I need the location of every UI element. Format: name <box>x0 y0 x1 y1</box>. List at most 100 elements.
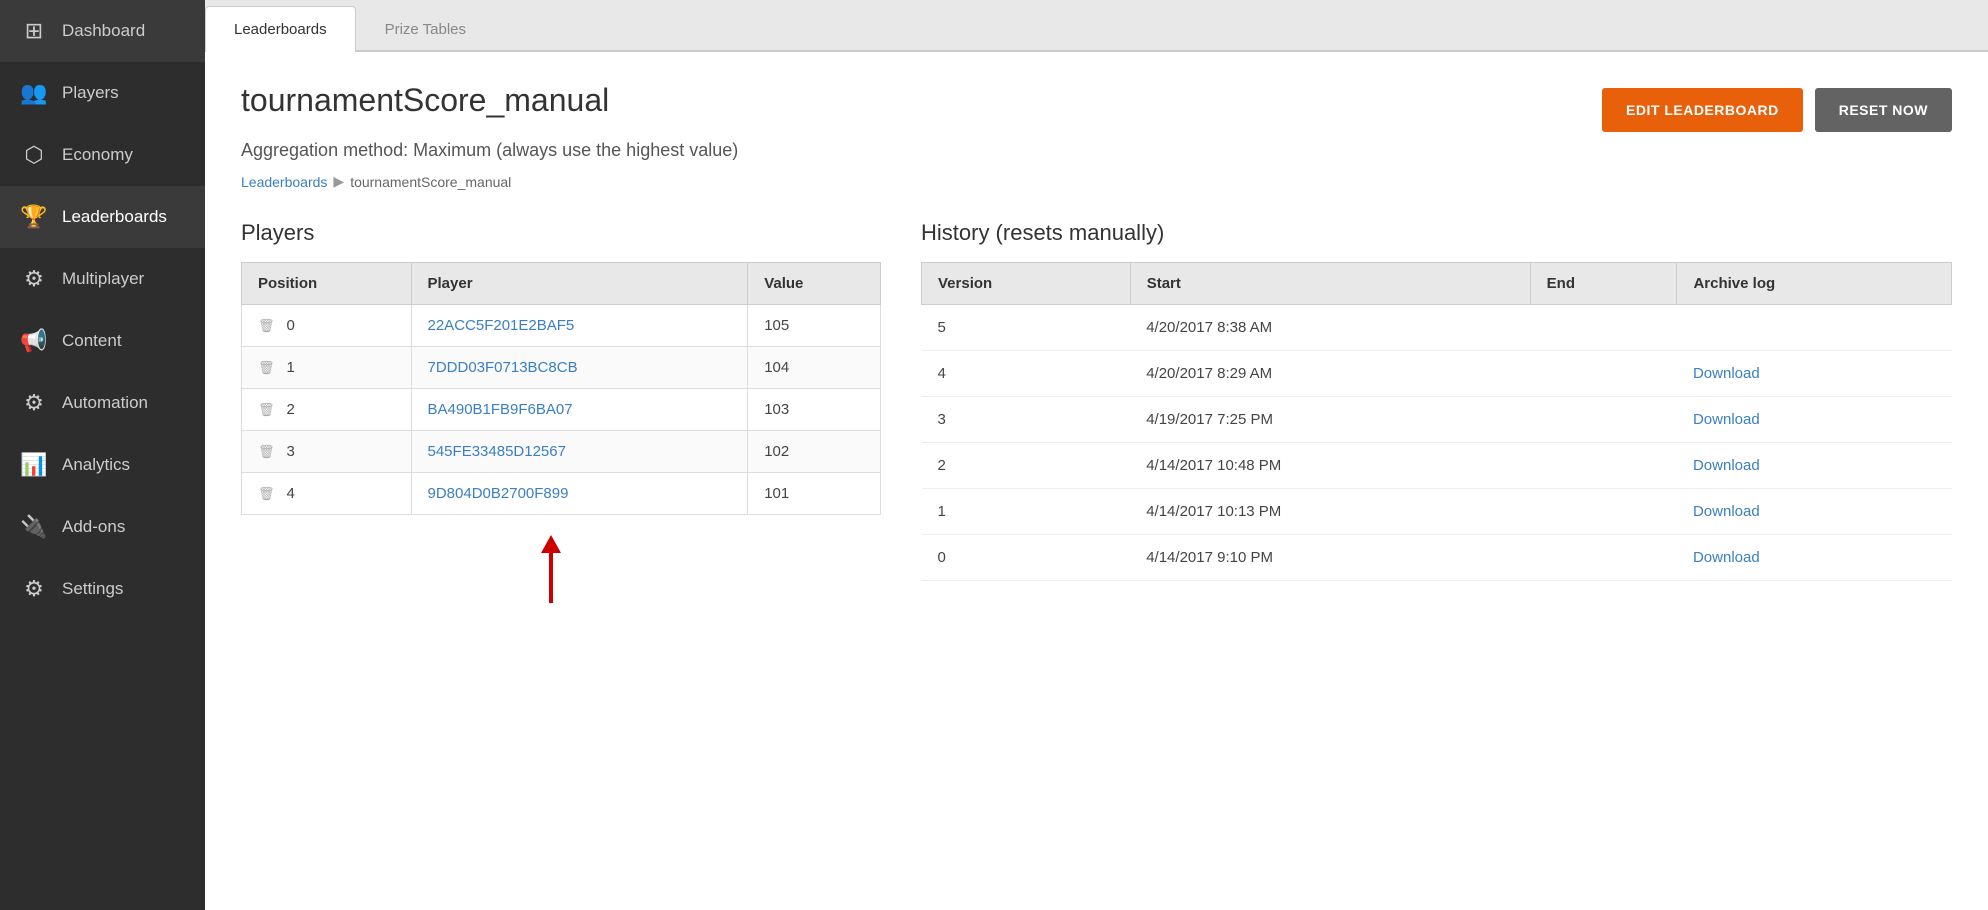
delete-icon[interactable]: 🗑 <box>258 486 275 502</box>
position-value: 0 <box>287 317 295 334</box>
content-icon: 📢 <box>20 328 48 354</box>
history-table: Version Start End Archive log 5 4/20/201… <box>921 262 1952 581</box>
table-row: 1 4/14/2017 10:13 PM Download <box>922 489 1952 535</box>
tab-leaderboards[interactable]: Leaderboards <box>205 6 356 52</box>
end-cell <box>1530 443 1677 489</box>
col-position: Position <box>242 263 412 305</box>
player-cell: 22ACC5F201E2BAF5 <box>411 305 748 347</box>
position-value: 4 <box>287 485 295 502</box>
position-value: 2 <box>287 401 295 418</box>
sidebar-item-label: Automation <box>62 393 148 413</box>
version-cell: 2 <box>922 443 1131 489</box>
header-buttons: EDIT LEADERBOARD RESET NOW <box>1602 88 1952 132</box>
breadcrumb-link[interactable]: Leaderboards <box>241 174 327 190</box>
automation-icon: ⚙ <box>20 390 48 416</box>
players-icon: 👥 <box>20 80 48 106</box>
reset-now-button[interactable]: RESET NOW <box>1815 88 1952 132</box>
player-cell: 7DDD03F0713BC8CB <box>411 347 748 389</box>
start-cell: 4/14/2017 10:13 PM <box>1130 489 1530 535</box>
arrow-shaft <box>549 553 553 603</box>
sidebar-item-label: Economy <box>62 145 133 165</box>
delete-icon[interactable]: 🗑 <box>258 444 275 460</box>
archive-log-cell: Download <box>1677 443 1952 489</box>
start-cell: 4/19/2017 7:25 PM <box>1130 397 1530 443</box>
sidebar-item-label: Multiplayer <box>62 269 144 289</box>
sidebar-item-label: Content <box>62 331 122 351</box>
sidebar-item-dashboard[interactable]: ⊞ Dashboard <box>0 0 205 62</box>
history-section-title: History (resets manually) <box>921 220 1952 246</box>
position-value: 1 <box>287 359 295 376</box>
sidebar-item-label: Settings <box>62 579 123 599</box>
archive-log-cell: Download <box>1677 397 1952 443</box>
multiplayer-icon: ⚙ <box>20 266 48 292</box>
players-section-title: Players <box>241 220 881 246</box>
position-cell: 🗑 2 <box>242 389 412 431</box>
history-section: History (resets manually) Version Start … <box>921 220 1952 623</box>
position-value: 3 <box>287 443 295 460</box>
player-link[interactable]: 545FE33485D12567 <box>428 443 566 460</box>
leaderboards-icon: 🏆 <box>20 204 48 230</box>
sidebar-item-multiplayer[interactable]: ⚙ Multiplayer <box>0 248 205 310</box>
player-link[interactable]: 7DDD03F0713BC8CB <box>428 359 578 376</box>
players-table: Position Player Value 🗑 0 22ACC5F201E2BA… <box>241 262 881 515</box>
position-cell: 🗑 1 <box>242 347 412 389</box>
download-link[interactable]: Download <box>1693 457 1760 474</box>
end-cell <box>1530 535 1677 581</box>
delete-icon[interactable]: 🗑 <box>258 402 275 418</box>
table-row: 2 4/14/2017 10:48 PM Download <box>922 443 1952 489</box>
table-row: 🗑 2 BA490B1FB9F6BA07 103 <box>242 389 881 431</box>
page-content: tournamentScore_manual EDIT LEADERBOARD … <box>205 52 1988 910</box>
main-content: Leaderboards Prize Tables tournamentScor… <box>205 0 1988 910</box>
table-row: 🗑 1 7DDD03F0713BC8CB 104 <box>242 347 881 389</box>
player-link[interactable]: BA490B1FB9F6BA07 <box>428 401 573 418</box>
economy-icon: ⬡ <box>20 142 48 168</box>
download-link[interactable]: Download <box>1693 365 1760 382</box>
upload-arrow-container <box>231 515 871 623</box>
edit-leaderboard-button[interactable]: EDIT LEADERBOARD <box>1602 88 1803 132</box>
sidebar-item-label: Dashboard <box>62 21 145 41</box>
sidebar-item-addons[interactable]: 🔌 Add-ons <box>0 496 205 558</box>
tab-bar: Leaderboards Prize Tables <box>205 0 1988 52</box>
aggregation-method: Aggregation method: Maximum (always use … <box>241 140 1952 161</box>
delete-icon[interactable]: 🗑 <box>258 360 275 376</box>
sidebar-item-automation[interactable]: ⚙ Automation <box>0 372 205 434</box>
header-section: tournamentScore_manual EDIT LEADERBOARD … <box>241 82 1952 132</box>
download-link[interactable]: Download <box>1693 411 1760 428</box>
table-row: 🗑 4 9D804D0B2700F899 101 <box>242 473 881 515</box>
value-cell: 104 <box>748 347 881 389</box>
page-title: tournamentScore_manual <box>241 82 609 119</box>
sidebar-item-economy[interactable]: ⬡ Economy <box>0 124 205 186</box>
version-cell: 5 <box>922 305 1131 351</box>
download-link[interactable]: Download <box>1693 549 1760 566</box>
position-cell: 🗑 4 <box>242 473 412 515</box>
position-cell: 🗑 3 <box>242 431 412 473</box>
sidebar-item-label: Add-ons <box>62 517 125 537</box>
sidebar-item-leaderboards[interactable]: 🏆 Leaderboards <box>0 186 205 248</box>
archive-log-cell: Download <box>1677 351 1952 397</box>
archive-log-cell: Download <box>1677 489 1952 535</box>
download-link[interactable]: Download <box>1693 503 1760 520</box>
player-link[interactable]: 9D804D0B2700F899 <box>428 485 569 502</box>
table-row: 3 4/19/2017 7:25 PM Download <box>922 397 1952 443</box>
value-cell: 102 <box>748 431 881 473</box>
sidebar-item-content[interactable]: 📢 Content <box>0 310 205 372</box>
breadcrumb-separator: ▶ <box>333 173 344 190</box>
player-cell: BA490B1FB9F6BA07 <box>411 389 748 431</box>
version-cell: 1 <box>922 489 1131 535</box>
tab-prize-tables[interactable]: Prize Tables <box>356 6 495 52</box>
player-link[interactable]: 22ACC5F201E2BAF5 <box>428 317 575 334</box>
sidebar-item-settings[interactable]: ⚙ Settings <box>0 558 205 620</box>
delete-icon[interactable]: 🗑 <box>258 318 275 334</box>
version-cell: 0 <box>922 535 1131 581</box>
breadcrumb: Leaderboards ▶ tournamentScore_manual <box>241 173 1952 190</box>
player-cell: 545FE33485D12567 <box>411 431 748 473</box>
sidebar: ⊞ Dashboard 👥 Players ⬡ Economy 🏆 Leader… <box>0 0 205 910</box>
value-cell: 105 <box>748 305 881 347</box>
addons-icon: 🔌 <box>20 514 48 540</box>
sidebar-item-analytics[interactable]: 📊 Analytics <box>0 434 205 496</box>
end-cell <box>1530 305 1677 351</box>
sidebar-item-players[interactable]: 👥 Players <box>0 62 205 124</box>
end-cell <box>1530 489 1677 535</box>
value-cell: 101 <box>748 473 881 515</box>
two-col-layout: Players Position Player Value 🗑 0 <box>241 220 1952 623</box>
